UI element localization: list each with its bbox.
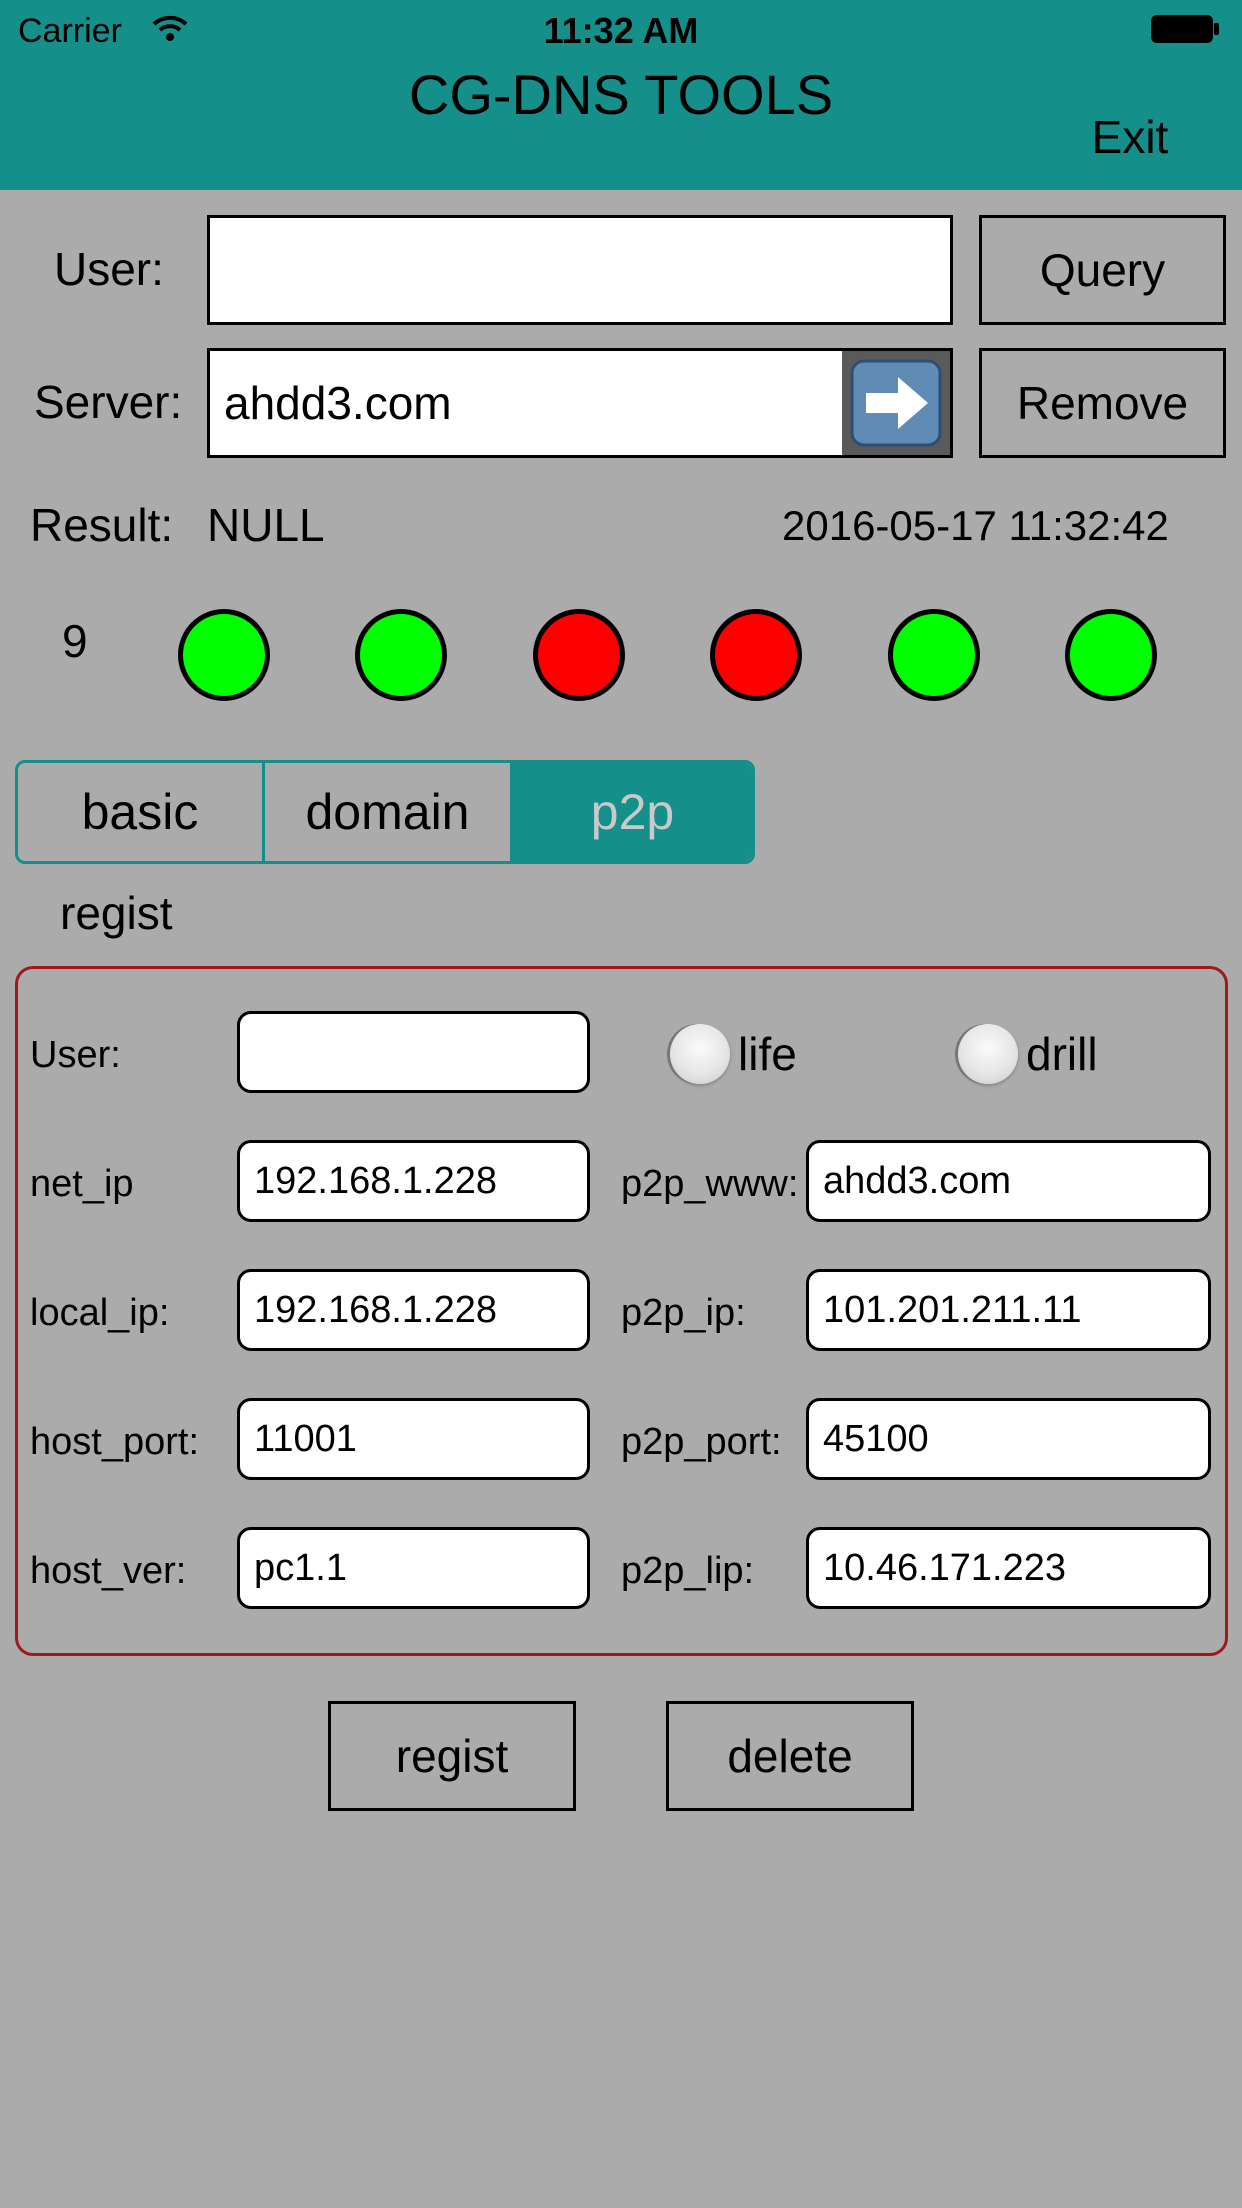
p2p-www-input[interactable]: ahdd3.com — [806, 1140, 1211, 1222]
status-light — [178, 609, 270, 701]
query-button[interactable]: Query — [979, 215, 1226, 325]
radio-life[interactable]: life — [670, 1024, 797, 1084]
status-light — [888, 609, 980, 701]
p2p-ip-input[interactable]: 101.201.211.11 — [806, 1269, 1211, 1351]
user-label: User: — [54, 243, 164, 295]
host-port-label: host_port: — [30, 1421, 199, 1463]
tab-bar: basic domain p2p — [15, 760, 755, 864]
host-ver-label: host_ver: — [30, 1550, 187, 1592]
remove-button[interactable]: Remove — [979, 348, 1226, 458]
regist-user-input[interactable] — [237, 1011, 590, 1093]
host-ver-input[interactable]: pc1.1 — [237, 1527, 590, 1609]
status-light — [1065, 609, 1157, 701]
indicator-count: 9 — [62, 615, 88, 667]
result-timestamp: 2016-05-17 11:32:42 — [782, 502, 1169, 549]
status-time: 11:32 AM — [543, 10, 699, 51]
server-label: Server: — [34, 376, 183, 428]
tab-domain[interactable]: domain — [262, 763, 510, 861]
p2p-port-label: p2p_port: — [621, 1421, 782, 1463]
regist-user-label: User: — [30, 1034, 121, 1076]
section-label: regist — [60, 887, 173, 939]
radio-life-circle — [670, 1024, 730, 1084]
server-value: ahdd3.com — [224, 377, 452, 429]
net-ip-input[interactable]: 192.168.1.228 — [237, 1140, 590, 1222]
radio-drill-label: drill — [1026, 1028, 1098, 1080]
status-light — [355, 609, 447, 701]
radio-life-label: life — [738, 1028, 797, 1080]
status-light — [533, 609, 625, 701]
local-ip-label: local_ip: — [30, 1292, 170, 1334]
arrow-right-icon — [850, 359, 942, 447]
status-light — [710, 609, 802, 701]
exit-button[interactable]: Exit — [1050, 110, 1210, 170]
p2p-port-input[interactable]: 45100 — [806, 1398, 1211, 1480]
go-button[interactable] — [842, 351, 950, 455]
tab-p2p[interactable]: p2p — [510, 763, 752, 861]
result-label: Result: — [30, 499, 174, 551]
radio-drill-circle — [958, 1024, 1018, 1084]
host-port-input[interactable]: 11001 — [237, 1398, 590, 1480]
local-ip-input[interactable]: 192.168.1.228 — [237, 1269, 590, 1351]
delete-button[interactable]: delete — [666, 1701, 914, 1811]
p2p-lip-input[interactable]: 10.46.171.223 — [806, 1527, 1211, 1609]
regist-button[interactable]: regist — [328, 1701, 576, 1811]
p2p-www-label: p2p_www: — [621, 1163, 799, 1205]
net-ip-label: net_ip — [30, 1163, 134, 1205]
p2p-ip-label: p2p_ip: — [621, 1292, 746, 1334]
result-value: NULL — [207, 499, 325, 551]
user-input[interactable] — [207, 215, 953, 325]
tab-basic[interactable]: basic — [18, 763, 262, 861]
battery-icon — [1151, 15, 1219, 43]
radio-drill[interactable]: drill — [958, 1024, 1098, 1084]
p2p-lip-label: p2p_lip: — [621, 1550, 755, 1592]
